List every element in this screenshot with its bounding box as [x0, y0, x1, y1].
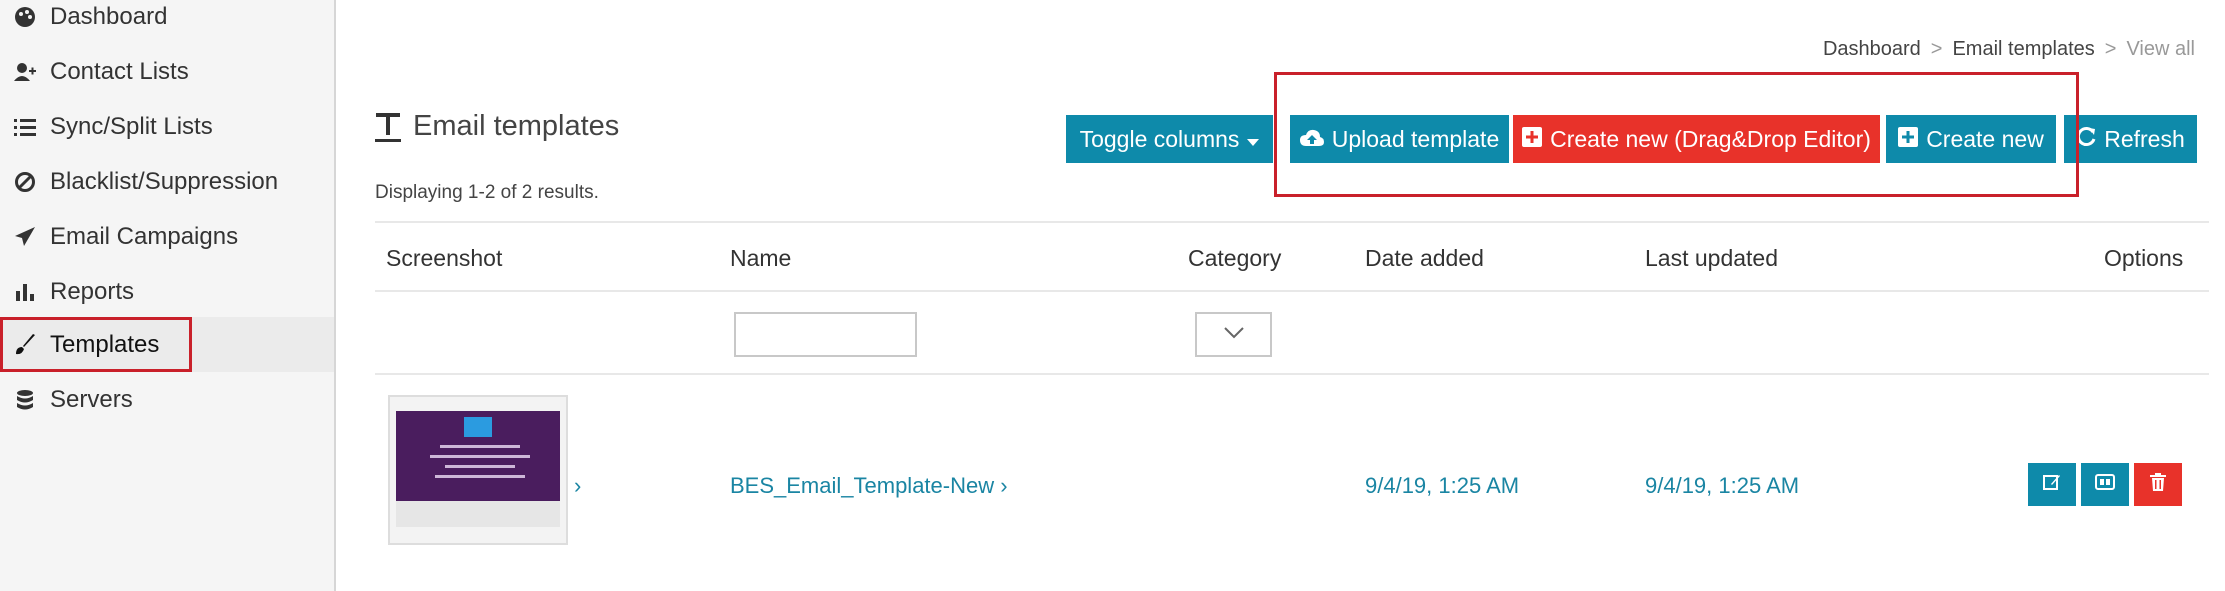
template-screenshot-thumbnail[interactable] — [388, 395, 568, 545]
sidebar-item-label: Reports — [50, 277, 135, 305]
results-summary: Displaying 1-2 of 2 results. — [375, 182, 599, 203]
column-header-date-added[interactable]: Date added — [1365, 245, 1484, 272]
column-header-category[interactable]: Category — [1188, 245, 1281, 272]
caret-down-icon — [1247, 126, 1260, 153]
sidebar: Dashboard Contact Lists Sync/Split Lists… — [0, 0, 336, 591]
column-header-screenshot[interactable]: Screenshot — [386, 245, 502, 272]
ban-icon — [14, 171, 36, 193]
sidebar-item-dashboard[interactable]: Dashboard — [0, 0, 334, 44]
last-updated-cell: 9/4/19, 1:25 AM — [1645, 473, 1800, 498]
date-added-cell: 9/4/19, 1:25 AM — [1365, 473, 1520, 498]
sidebar-item-reports[interactable]: Reports — [0, 264, 334, 319]
trash-icon — [2150, 473, 2166, 496]
copy-icon — [2095, 474, 2115, 495]
sidebar-item-email-campaigns[interactable]: Email Campaigns — [0, 209, 334, 264]
breadcrumb-separator: > — [2104, 38, 2117, 60]
palette-icon — [14, 6, 36, 28]
sidebar-item-label: Servers — [50, 385, 133, 413]
toggle-columns-button[interactable]: Toggle columns — [1066, 115, 1273, 163]
database-icon — [14, 389, 36, 411]
refresh-button[interactable]: Refresh — [2064, 115, 2197, 163]
column-header-name[interactable]: Name — [730, 245, 791, 272]
column-header-options: Options — [2104, 245, 2184, 271]
edit-button[interactable] — [2028, 463, 2076, 506]
sidebar-item-blacklist[interactable]: Blacklist/Suppression — [0, 154, 334, 209]
paper-plane-icon — [14, 226, 36, 248]
edit-icon — [2043, 473, 2061, 496]
column-header-last-updated[interactable]: Last updated — [1645, 245, 1778, 272]
breadcrumb-view-all: View all — [2126, 38, 2195, 60]
refresh-label: Refresh — [2104, 125, 2185, 152]
sidebar-item-label: Email Campaigns — [50, 222, 239, 250]
breadcrumb: Dashboard > Email templates > View all — [1823, 38, 2195, 61]
name-filter-input[interactable] — [734, 312, 917, 357]
breadcrumb-separator: > — [1930, 38, 1943, 60]
copy-button[interactable] — [2081, 463, 2129, 506]
category-filter-select[interactable] — [1195, 312, 1272, 357]
sidebar-item-label: Contact Lists — [50, 57, 189, 85]
thumbnail-line — [445, 465, 515, 468]
list-icon — [14, 116, 36, 138]
sidebar-item-sync-split[interactable]: Sync/Split Lists — [0, 99, 334, 154]
table-top-border — [375, 221, 2209, 223]
thumbnail-line — [440, 445, 520, 448]
sidebar-item-label: Dashboard — [50, 2, 168, 30]
text-icon — [375, 111, 401, 143]
user-plus-icon — [14, 61, 36, 83]
sidebar-item-contact-lists[interactable]: Contact Lists — [0, 44, 334, 99]
chevron-right-icon[interactable]: › — [574, 473, 581, 499]
breadcrumb-dashboard[interactable]: Dashboard — [1823, 38, 1921, 61]
chevron-down-icon — [1223, 326, 1244, 344]
sidebar-item-label: Sync/Split Lists — [50, 112, 213, 140]
refresh-icon — [2076, 126, 2096, 153]
page-title-text: Email templates — [413, 110, 620, 142]
page-title: Email templates — [375, 110, 619, 143]
filter-divider — [375, 373, 2209, 375]
templates-highlight-box — [0, 317, 192, 372]
template-name-link[interactable]: BES_Email_Template-New › — [730, 473, 1008, 499]
bar-chart-icon — [14, 281, 36, 303]
breadcrumb-email-templates[interactable]: Email templates — [1952, 38, 2094, 61]
thumbnail-line — [435, 475, 525, 478]
template-name-text: BES_Email_Template-New — [730, 473, 995, 498]
thumbnail-line — [430, 455, 530, 458]
thumbnail-footer — [396, 501, 560, 527]
delete-button[interactable] — [2134, 463, 2182, 506]
sidebar-item-servers[interactable]: Servers — [0, 372, 334, 427]
header-divider — [375, 290, 2209, 292]
buttons-highlight-box — [1274, 72, 2079, 197]
sidebar-item-label: Blacklist/Suppression — [50, 167, 279, 195]
thumbnail-logo — [464, 417, 492, 437]
toggle-columns-label: Toggle columns — [1079, 125, 1240, 152]
